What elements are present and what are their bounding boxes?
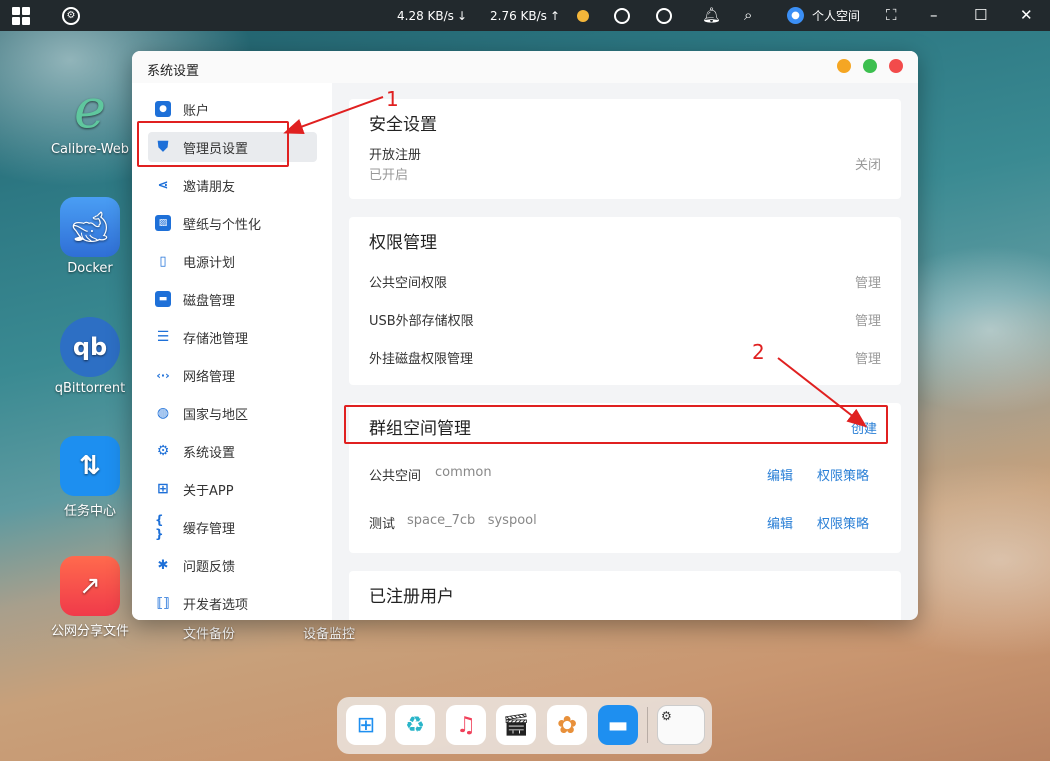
recycle-bin-icon[interactable]: ♻ bbox=[395, 705, 435, 745]
dock-separator bbox=[647, 707, 648, 743]
app-grid-icon[interactable]: ⊞ bbox=[346, 705, 386, 745]
annotation-arrow-2 bbox=[777, 357, 868, 428]
photos-icon[interactable]: ✿ bbox=[547, 705, 587, 745]
annotation-arrows bbox=[283, 96, 868, 428]
settings-window-thumbnail[interactable]: ⚙ bbox=[657, 705, 705, 745]
music-icon[interactable]: ♫ bbox=[446, 705, 486, 745]
video-clapper-icon[interactable]: 🎬︎ bbox=[496, 705, 536, 745]
annotation-arrow-1 bbox=[283, 96, 384, 135]
folder-icon[interactable]: ▬ bbox=[598, 705, 638, 745]
dock: ⊞ ♻ ♫ 🎬︎ ✿ ▬ ⚙ bbox=[337, 697, 712, 754]
